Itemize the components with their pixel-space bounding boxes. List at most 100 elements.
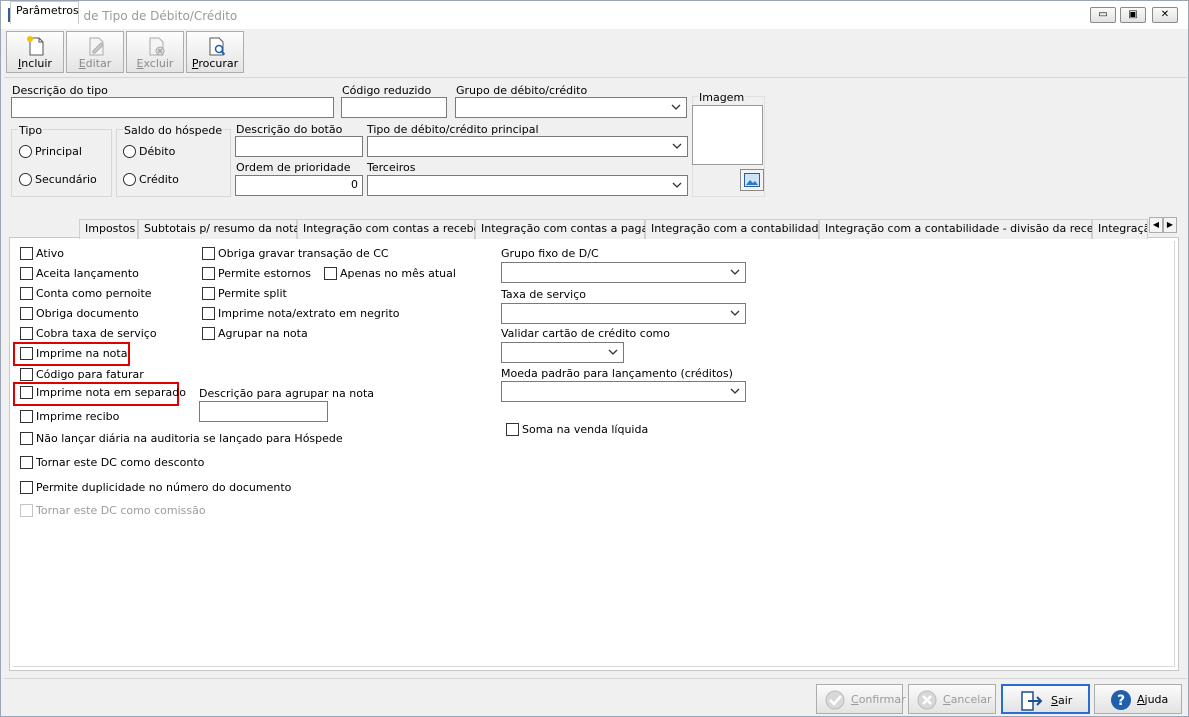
permite-estornos-label: Permite estornos bbox=[218, 267, 311, 280]
aceita-lancamento-label: Aceita lançamento bbox=[36, 267, 139, 280]
saldo-group bbox=[116, 129, 231, 197]
close-icon: ✕ bbox=[1160, 9, 1170, 20]
permite-split-checkbox[interactable] bbox=[202, 287, 215, 300]
desconto-checkbox[interactable] bbox=[20, 456, 33, 469]
svg-text:?: ? bbox=[1117, 693, 1125, 709]
moeda-select[interactable] bbox=[501, 381, 746, 402]
toolbar-separator bbox=[4, 77, 1187, 78]
grupo-select[interactable] bbox=[455, 97, 687, 118]
excluir-label: Excluir bbox=[136, 57, 174, 70]
conta-pernoite-checkbox[interactable] bbox=[20, 287, 33, 300]
sair-button[interactable]: Sair bbox=[1001, 684, 1090, 714]
apenas-mes-checkbox[interactable] bbox=[324, 267, 337, 280]
tab-integracao-more[interactable]: Integraçã bbox=[1092, 219, 1148, 239]
minimize-button[interactable]: ▭ bbox=[1090, 7, 1116, 23]
cancelar-button[interactable]: Cancelar bbox=[908, 684, 996, 714]
terceiros-select[interactable] bbox=[367, 175, 688, 196]
confirmar-button[interactable]: Confirmar bbox=[816, 684, 906, 714]
nao-lancar-diaria-checkbox[interactable] bbox=[20, 432, 33, 445]
new-document-icon bbox=[27, 36, 44, 56]
delete-icon bbox=[149, 37, 165, 56]
tab-contas-receber[interactable]: Integração com contas a receber bbox=[297, 219, 485, 239]
imagem-preview[interactable] bbox=[692, 105, 763, 165]
saldo-credito-radio[interactable] bbox=[123, 173, 136, 186]
tab-impostos[interactable]: Impostos bbox=[79, 219, 138, 239]
codigo-label: Código reduzido bbox=[342, 84, 432, 97]
imagem-button[interactable] bbox=[740, 169, 764, 191]
imprime-recibo-checkbox[interactable] bbox=[20, 410, 33, 423]
excluir-button[interactable]: Excluir bbox=[126, 31, 184, 73]
permite-split-label: Permite split bbox=[218, 287, 287, 300]
obriga-documento-label: Obriga documento bbox=[36, 307, 139, 320]
codigo-faturar-checkbox[interactable] bbox=[20, 368, 33, 381]
procurar-label: Procurar bbox=[191, 57, 239, 70]
tab-scroll-right-icon[interactable]: ▶ bbox=[1163, 217, 1177, 233]
tab-scroll-left-icon[interactable]: ◀ bbox=[1149, 217, 1163, 233]
tipo-principal-select-label: Tipo de débito/crédito principal bbox=[367, 123, 539, 136]
descricao-label: Descrição do tipo bbox=[12, 84, 108, 97]
saldo-debito-radio[interactable] bbox=[123, 145, 136, 158]
edit-icon bbox=[89, 37, 104, 56]
incluir-label: Incluir bbox=[18, 57, 52, 70]
ativo-checkbox[interactable] bbox=[20, 247, 33, 260]
validar-select[interactable] bbox=[501, 342, 624, 363]
imprime-na-nota-checkbox[interactable] bbox=[20, 347, 33, 360]
duplicidade-checkbox[interactable] bbox=[20, 481, 33, 494]
tipo-secundario-radio[interactable] bbox=[19, 173, 32, 186]
saldo-credito-label: Crédito bbox=[139, 173, 179, 186]
grupo-fixo-select[interactable] bbox=[501, 262, 746, 283]
desc-agrupar-input[interactable] bbox=[199, 401, 328, 422]
confirmar-label: Confirmar bbox=[851, 693, 906, 706]
cobra-taxa-checkbox[interactable] bbox=[20, 327, 33, 340]
desc-botao-input[interactable] bbox=[235, 136, 363, 157]
comissao-checkbox[interactable] bbox=[20, 504, 33, 517]
imprime-separado-checkbox[interactable] bbox=[20, 386, 33, 399]
close-button[interactable]: ✕ bbox=[1152, 7, 1178, 23]
footer-separator bbox=[4, 678, 1187, 679]
soma-venda-label: Soma na venda líquida bbox=[522, 423, 649, 436]
title-bar: Cadastro de Tipo de Débito/Crédito ▭ ▣ ✕ bbox=[1, 1, 1188, 29]
ordem-label: Ordem de prioridade bbox=[236, 161, 351, 174]
desc-botao-label: Descrição do botão bbox=[236, 123, 343, 136]
apenas-mes-label: Apenas no mês atual bbox=[340, 267, 456, 280]
ajuda-button[interactable]: ? Ajuda bbox=[1094, 684, 1182, 714]
procurar-button[interactable]: Procurar bbox=[186, 31, 244, 73]
aceita-lancamento-checkbox[interactable] bbox=[20, 267, 33, 280]
permite-estornos-checkbox[interactable] bbox=[202, 267, 215, 280]
moeda-label: Moeda padrão para lançamento (créditos) bbox=[501, 367, 733, 380]
incluir-button[interactable]: Incluir bbox=[6, 31, 64, 73]
tab-subtotais[interactable]: Subtotais p/ resumo da nota bbox=[138, 219, 300, 239]
chevron-down-icon bbox=[730, 310, 740, 316]
check-icon bbox=[825, 690, 845, 710]
editar-label: Editar bbox=[78, 57, 112, 70]
tab-contas-pagar[interactable]: Integração com contas a pagar bbox=[475, 219, 653, 239]
soma-venda-checkbox[interactable] bbox=[506, 423, 519, 436]
obriga-gravar-cc-checkbox[interactable] bbox=[202, 247, 215, 260]
imagem-label: Imagem bbox=[698, 91, 746, 104]
editar-button[interactable]: Editar bbox=[66, 31, 124, 73]
tipo-group bbox=[11, 129, 112, 197]
minimize-icon: ▭ bbox=[1098, 9, 1108, 20]
agrupar-nota-checkbox[interactable] bbox=[202, 327, 215, 340]
taxa-servico-select[interactable] bbox=[501, 303, 746, 324]
exit-icon bbox=[1021, 691, 1043, 711]
conta-pernoite-label: Conta como pernoite bbox=[36, 287, 152, 300]
ajuda-label: Ajuda bbox=[1137, 693, 1169, 706]
imprime-na-nota-label: Imprime na nota bbox=[36, 347, 128, 360]
tipo-principal-radio[interactable] bbox=[19, 145, 32, 158]
cancelar-label: Cancelar bbox=[943, 693, 992, 706]
negrito-checkbox[interactable] bbox=[202, 307, 215, 320]
restore-button[interactable]: ▣ bbox=[1120, 7, 1146, 23]
tab-contabilidade[interactable]: Integração com a contabilidade bbox=[645, 219, 825, 239]
obriga-gravar-cc-label: Obriga gravar transação de CC bbox=[218, 247, 389, 260]
descricao-input[interactable] bbox=[11, 97, 334, 118]
ordem-input[interactable]: 0 bbox=[235, 175, 363, 196]
tab-contabilidade-divisao[interactable]: Integração com a contabilidade - divisão… bbox=[819, 219, 1108, 239]
tipo-secundario-label: Secundário bbox=[35, 173, 97, 186]
validar-label: Validar cartão de crédito como bbox=[501, 327, 671, 340]
tab-parametros[interactable]: Parâmetros bbox=[10, 1, 79, 24]
desc-agrupar-label: Descrição para agrupar na nota bbox=[199, 387, 375, 400]
obriga-documento-checkbox[interactable] bbox=[20, 307, 33, 320]
codigo-input[interactable] bbox=[341, 97, 447, 118]
tipo-principal-select[interactable] bbox=[367, 136, 688, 157]
